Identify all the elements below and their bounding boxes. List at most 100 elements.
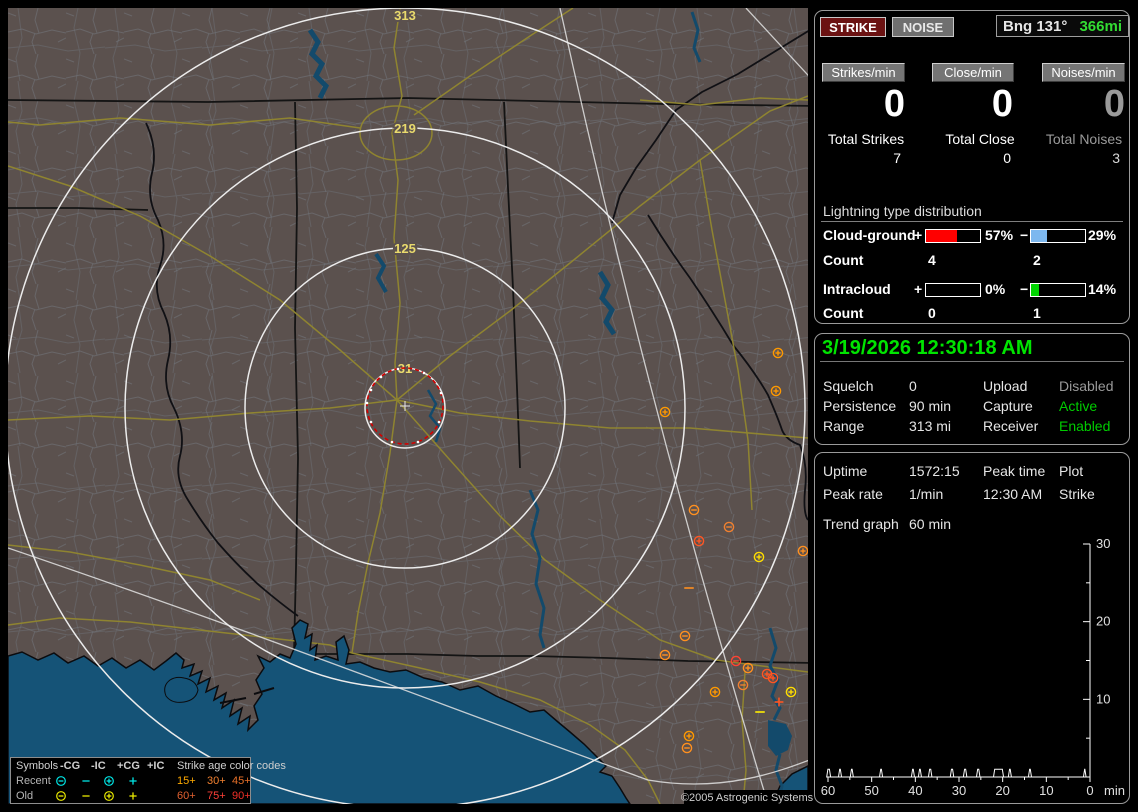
trend-labels: 10 20 30 60 50 40 30 20 10 0 min: [821, 536, 1125, 798]
intracloud-label: Intracloud: [823, 281, 891, 297]
cg-minus-pct: 29%: [1088, 227, 1117, 243]
total-close-label: Total Close: [945, 131, 1015, 147]
strikes-rate-value: 0: [883, 83, 905, 125]
svg-text:min: min: [1104, 783, 1125, 798]
cloud-ground-label: Cloud-ground: [823, 227, 916, 243]
trend-axes: [827, 543, 1091, 782]
map-legend: Symbols -CG -IC +CG +IC Strike age color…: [10, 757, 286, 804]
svg-text:10: 10: [1039, 783, 1053, 798]
legend-age-30: 30+: [207, 775, 226, 787]
peak-rate-value: 1/min: [909, 486, 944, 502]
upload-status: Disabled: [1059, 378, 1114, 394]
receiver-status: Enabled: [1059, 418, 1111, 434]
bearing-value: Bng 131°: [1003, 17, 1068, 35]
cg-plus-bar: [925, 229, 981, 243]
trend-window-value: 60 min: [909, 516, 952, 532]
legend-col-nic: -IC: [91, 760, 106, 772]
map-area[interactable]: 313 219 125 31 Symbols -CG -IC +CG +IC S…: [4, 6, 821, 809]
distance-value: 366mi: [1079, 17, 1122, 35]
svg-text:0: 0: [1086, 783, 1093, 798]
stats-panel: STRIKE NOISE Bng 131° 366mi Strikes/min …: [814, 10, 1130, 324]
legend-age-60: 60+: [177, 790, 196, 802]
plot-value: Strike: [1059, 486, 1095, 502]
legend-row-recent-label: Recent: [16, 775, 51, 787]
distribution-title: Lightning type distribution: [823, 203, 982, 219]
svg-text:40: 40: [908, 783, 922, 798]
peak-time-value: 12:30 AM: [983, 486, 1043, 502]
cg-minus-count: 2: [1033, 252, 1041, 268]
ic-minus-sign: −: [1020, 281, 1029, 297]
cg-minus-bar: [1030, 229, 1086, 243]
ic-plus-pct: 0%: [985, 281, 1006, 297]
datetime-display: 3/19/2026 12:30:18 AM: [822, 337, 1033, 359]
plot-label: Plot: [1059, 463, 1084, 479]
legend-age-90: 90+: [232, 790, 251, 802]
ic-plus-bar: [925, 283, 981, 297]
ring-label-219: 219: [394, 121, 416, 136]
range-label: Range: [823, 418, 865, 434]
range-value: 313 mi: [909, 418, 952, 434]
lake: [164, 676, 199, 703]
clock-divider: [820, 361, 1124, 362]
cg-minus-sign: −: [1020, 227, 1029, 243]
squelch-value: 0: [909, 378, 917, 394]
trend-graph-label: Trend graph: [823, 516, 899, 532]
capture-status: Active: [1059, 398, 1098, 414]
cg-plus-sign: +: [914, 227, 923, 243]
cg-plus-pct: 57%: [985, 227, 1014, 243]
noises-rate-value: 0: [1103, 83, 1125, 125]
legend-col-pcg: +CG: [117, 760, 140, 772]
app-window: 313 219 125 31 Symbols -CG -IC +CG +IC S…: [0, 0, 1138, 812]
legend-symbols-header: Symbols: [16, 760, 59, 772]
svg-text:30: 30: [952, 783, 966, 798]
legend-age-75: 75+: [207, 790, 226, 802]
legend-col-ncg: -CG: [60, 760, 81, 772]
close-rate-value: 0: [991, 83, 1013, 125]
strikes-per-min-button[interactable]: Strikes/min: [822, 63, 905, 82]
persistence-value: 90 min: [909, 398, 952, 414]
total-close-value: 0: [1003, 150, 1011, 166]
receiver-label: Receiver: [983, 418, 1039, 434]
svg-text:60: 60: [821, 783, 835, 798]
uptime-label: Uptime: [823, 463, 868, 479]
bearing-readout: Bng 131° 366mi: [996, 15, 1129, 37]
svg-text:20: 20: [995, 783, 1009, 798]
svg-text:10: 10: [1096, 691, 1110, 706]
close-per-min-button[interactable]: Close/min: [932, 63, 1014, 82]
legend-row-old-label: Old: [16, 790, 34, 802]
peak-time-label: Peak time: [983, 463, 1046, 479]
lightning-map[interactable]: 313 219 125 31: [4, 6, 821, 809]
legend-age-45: 45+: [232, 775, 251, 787]
uptime-value: 1572:15: [909, 463, 960, 479]
legend-recent-symbols: [56, 776, 137, 786]
total-strikes-label: Total Strikes: [827, 131, 905, 147]
status-panel: 3/19/2026 12:30:18 AM Squelch 0 Upload D…: [814, 333, 1130, 445]
legend-col-pic: +IC: [147, 760, 165, 772]
trend-waveform: [826, 768, 1090, 778]
cg-plus-count: 4: [928, 252, 936, 268]
squelch-label: Squelch: [823, 378, 874, 394]
cg-count-label: Count: [823, 252, 864, 268]
total-strikes-value: 7: [893, 150, 901, 166]
ic-count-label: Count: [823, 305, 864, 321]
legend-age-header: Strike age color codes: [177, 760, 286, 772]
ic-minus-bar: [1030, 283, 1086, 297]
ring-label-125: 125: [394, 241, 416, 256]
legend-old-symbols: [56, 791, 137, 801]
ic-minus-count: 1: [1033, 305, 1041, 321]
total-noises-value: 3: [1112, 150, 1120, 166]
strike-mode-button[interactable]: STRIKE: [820, 17, 886, 37]
distribution-divider: [821, 221, 1123, 222]
trend-panel: Uptime 1572:15 Peak time Plot Peak rate …: [814, 452, 1130, 804]
svg-text:50: 50: [864, 783, 878, 798]
noise-mode-button[interactable]: NOISE: [892, 17, 954, 37]
ic-plus-count: 0: [928, 305, 936, 321]
svg-text:20: 20: [1096, 614, 1110, 629]
svg-text:30: 30: [1096, 536, 1110, 551]
copyright-label: ©2005 Astrogenic Systems: [680, 790, 814, 805]
noises-per-min-button[interactable]: Noises/min: [1042, 63, 1125, 82]
persistence-label: Persistence: [823, 398, 897, 414]
ic-minus-pct: 14%: [1088, 281, 1117, 297]
legend-age-15: 15+: [177, 775, 196, 787]
ic-plus-sign: +: [914, 281, 923, 297]
